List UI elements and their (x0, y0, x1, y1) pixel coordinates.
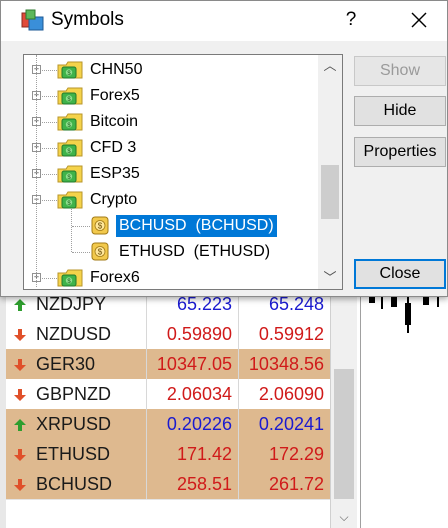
bid-cell: 171.42 (146, 439, 238, 469)
scroll-down-icon[interactable]: ⌵ (331, 506, 357, 528)
ask-cell: 0.59912 (238, 319, 330, 349)
market-watch-row[interactable]: GBPNZD 2.06034 2.06090 (6, 379, 330, 410)
tree-folder-label: Crypto (90, 191, 138, 208)
show-button[interactable]: Show (354, 56, 446, 86)
scroll-down-icon[interactable]: ﹀ (318, 267, 342, 289)
symbol-cell: GBPNZD (36, 384, 112, 404)
tree-folder-label: Forex6 (90, 269, 140, 286)
tree-folder-cfd-3[interactable]: + $ CFD 3 (24, 135, 320, 161)
bid-cell: 0.20226 (146, 409, 238, 439)
ask-cell: 261.72 (238, 469, 330, 499)
tree-folder-esp35[interactable]: + $ ESP35 (24, 161, 320, 187)
market-watch-row[interactable]: ETHUSD 171.42 172.29 (6, 439, 330, 470)
hide-button[interactable]: Hide (354, 96, 446, 126)
symbol-cell: NZDUSD (36, 324, 111, 344)
close-button[interactable]: Close (354, 259, 446, 289)
tree-folder-label: CHN50 (90, 61, 143, 78)
close-icon[interactable] (401, 5, 437, 35)
symbol-cell: ETHUSD (36, 444, 111, 464)
tree-scrollbar-thumb[interactable] (321, 165, 339, 219)
chart-candle (405, 303, 411, 325)
market-watch-row[interactable]: NZDUSD 0.59890 0.59912 (6, 319, 330, 350)
tree-connector-line (71, 209, 72, 252)
dollar-symbol-icon: $ (91, 216, 109, 235)
symbol-folder-icon: $ (56, 189, 86, 211)
tree-folder-label: CFD 3 (90, 139, 137, 156)
symbol-folder-icon: $ (56, 163, 86, 185)
bid-cell: 2.06034 (146, 379, 238, 409)
tree-folder-forex5[interactable]: + $ Forex5 (24, 83, 320, 109)
tree-folder-label: Forex5 (90, 87, 140, 104)
symbol-folder-icon: $ (56, 59, 86, 81)
symbol-cell: BCHUSD (36, 474, 113, 494)
market-watch-row[interactable]: XRPUSD 0.20226 0.20241 (6, 409, 330, 440)
bid-cell: 0.59890 (146, 319, 238, 349)
tree-folder-bitcoin[interactable]: + $ Bitcoin (24, 109, 320, 135)
ask-cell: 10348.56 (238, 349, 330, 379)
tree-scrollbar[interactable]: ︿ ﹀ (318, 55, 342, 289)
tree-folder-label: Bitcoin (90, 113, 139, 130)
ask-cell: 2.06090 (238, 379, 330, 409)
tree-symbol-item[interactable]: $ BCHUSD (BCHUSD) (24, 213, 320, 239)
ask-cell: 0.20241 (238, 409, 330, 439)
dialog-title: Symbols (51, 9, 124, 30)
symbol-cell: GER30 (36, 354, 96, 374)
tree-connector-line (72, 226, 90, 227)
tree-folder-crypto[interactable]: − $ Crypto (24, 187, 320, 213)
symbols-dialog: Symbols ? + $ CHN50 + $ Forex5 + $ Bitcoin + $ CFD … (0, 0, 448, 297)
ask-cell: 172.29 (238, 439, 330, 469)
chart-area[interactable] (360, 289, 448, 528)
tree-connector-line (36, 55, 37, 287)
selected-symbol-label: BCHUSD (BCHUSD) (116, 215, 277, 237)
symbol-folder-icon: $ (56, 267, 86, 289)
symbol-label: ETHUSD (ETHUSD) (119, 243, 271, 260)
scroll-up-icon[interactable]: ︿ (318, 55, 342, 77)
tree-connector-line (72, 252, 90, 253)
tree-folder-forex6[interactable]: + $ Forex6 (24, 265, 320, 289)
svg-text:$: $ (98, 248, 103, 257)
svg-text:$: $ (98, 222, 103, 231)
bid-cell: 258.51 (146, 469, 238, 499)
tree-symbol-item[interactable]: $ ETHUSD (ETHUSD) (24, 239, 320, 265)
dollar-symbol-icon: $ (91, 242, 109, 261)
help-button[interactable]: ? (337, 5, 365, 35)
scrollbar-thumb[interactable] (334, 369, 354, 499)
symbols-app-icon (21, 9, 44, 31)
symbol-folder-icon: $ (56, 137, 86, 159)
bid-cell: 10347.05 (146, 349, 238, 379)
dialog-titlebar[interactable]: Symbols ? (1, 1, 447, 41)
tree-folder-label: ESP35 (90, 165, 140, 182)
symbols-tree[interactable]: + $ CHN50 + $ Forex5 + $ Bitcoin + $ CFD 3 + $ ESP35− $… (23, 54, 343, 290)
tree-folder-chn50[interactable]: + $ CHN50 (24, 57, 320, 83)
symbol-folder-icon: $ (56, 85, 86, 107)
properties-button[interactable]: Properties (354, 137, 446, 167)
market-watch-row[interactable]: BCHUSD 258.51 261.72 (6, 469, 330, 500)
symbol-folder-icon: $ (56, 111, 86, 133)
symbol-cell: XRPUSD (36, 414, 112, 434)
market-watch-scrollbar[interactable]: ⌵ (330, 289, 357, 528)
market-watch-row[interactable]: GER30 10347.05 10348.56 (6, 349, 330, 380)
